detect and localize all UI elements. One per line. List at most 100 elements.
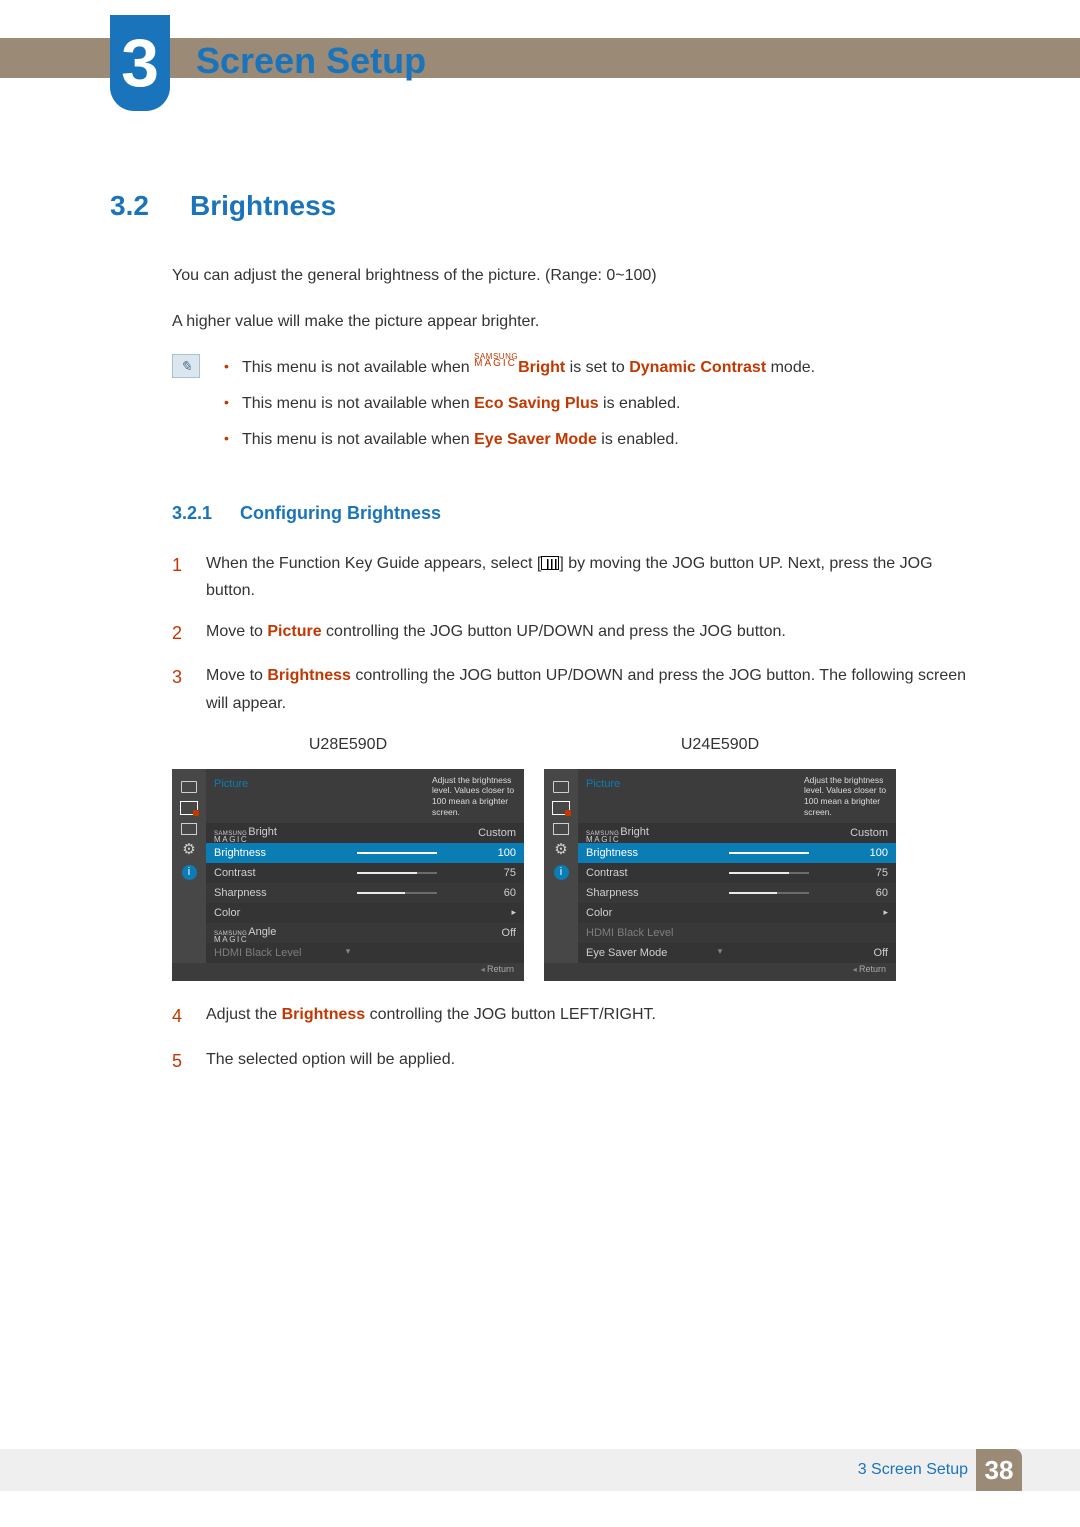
chapter-title: Screen Setup xyxy=(196,40,426,82)
step-list: 1 When the Function Key Guide appears, s… xyxy=(172,550,970,1077)
step-text: Move to xyxy=(206,623,267,640)
note-text: This menu is not available when xyxy=(242,431,474,448)
step-number: 5 xyxy=(172,1046,188,1077)
section-title: Brightness xyxy=(190,190,336,222)
osd-item: HDMI Black Level xyxy=(206,943,524,963)
subsection-heading: 3.2.1 Configuring Brightness xyxy=(172,498,970,530)
chapter-number-badge: 3 xyxy=(110,15,170,111)
step: 1 When the Function Key Guide appears, s… xyxy=(172,550,970,604)
osd-menu-title: Picture xyxy=(206,769,426,824)
osd-slider xyxy=(357,852,437,854)
osd-item-value: Off xyxy=(470,924,516,943)
page-number: 38 xyxy=(976,1449,1022,1491)
note-block: ✎ This menu is not available when SAMSUN… xyxy=(172,354,970,462)
osd-item-label: Color xyxy=(586,904,696,923)
osd-item: Sharpness 60 xyxy=(578,883,896,903)
osd-item: HDMI Black Level xyxy=(578,923,896,943)
osd-item: Eye Saver Mode Off xyxy=(578,943,896,963)
chevron-right-icon: ▸ xyxy=(842,905,888,921)
step-number: 1 xyxy=(172,550,188,604)
osd-item: Sharpness60 xyxy=(206,883,524,903)
scroll-down-indicator-icon: ▾ xyxy=(718,944,723,960)
note-text: This menu is not available when xyxy=(242,359,474,376)
osd-left: ⚙ i Picture Adjust the brightness level.… xyxy=(172,769,524,982)
osd-model-caption: U24E590D xyxy=(544,731,896,759)
page-content: 3.2 Brightness You can adjust the genera… xyxy=(110,190,970,1091)
step-text: Move to xyxy=(206,667,267,684)
intro-paragraph-1: You can adjust the general brightness of… xyxy=(172,262,970,290)
osd-item-label: Sharpness xyxy=(214,884,324,903)
osd-item-label: Brightness xyxy=(586,844,696,863)
osd-help-text: Adjust the brightness level. Values clos… xyxy=(798,769,896,824)
osd-item-value: 60 xyxy=(842,884,888,903)
osd-item-label: Eye Saver Mode xyxy=(586,944,696,963)
footer-chapter-label: 3 Screen Setup xyxy=(858,1449,968,1491)
osd-item-label: HDMI Black Level xyxy=(214,944,324,963)
osd-item-label: SAMSUNGMAGICAngle xyxy=(214,923,324,944)
note-text: mode. xyxy=(766,359,815,376)
return-label: Return xyxy=(853,962,886,978)
osd-sidebar: ⚙ i xyxy=(544,769,578,964)
info-icon: i xyxy=(554,865,569,880)
chevron-right-icon: ▸ xyxy=(470,905,516,921)
step: 5 The selected option will be applied. xyxy=(172,1046,970,1077)
osd-sidebar: ⚙ i xyxy=(172,769,206,964)
osd-right-column: U24E590D ⚙ i xyxy=(544,731,896,982)
osd-screenshot-row: U28E590D ⚙ i xyxy=(172,731,970,982)
osd-item-list: SAMSUNGMAGICBrightCustomBrightness100Con… xyxy=(578,823,896,963)
display-tab-icon xyxy=(552,801,570,815)
step-number: 4 xyxy=(172,1001,188,1032)
note-em: Eco Saving Plus xyxy=(474,395,598,412)
section-number: 3.2 xyxy=(110,190,162,222)
osd-item-value: Off xyxy=(842,944,888,963)
note-item: This menu is not available when Eye Save… xyxy=(224,426,815,454)
note-item: This menu is not available when Eco Savi… xyxy=(224,390,815,418)
note-text: This menu is not available when xyxy=(242,395,474,412)
note-em: Eye Saver Mode xyxy=(474,431,597,448)
step-text: controlling the JOG button UP/DOWN and p… xyxy=(322,623,786,640)
osd-slider xyxy=(729,852,809,854)
step-number: 2 xyxy=(172,618,188,649)
step-text: Adjust the xyxy=(206,1006,282,1023)
step: 3 Move to Brightness controlling the JOG… xyxy=(172,662,970,716)
info-icon: i xyxy=(182,865,197,880)
osd-item-label: SAMSUNGMAGICBright xyxy=(586,823,696,844)
note-item: This menu is not available when SAMSUNGM… xyxy=(224,354,815,382)
osd-slider xyxy=(357,892,437,894)
osd-item-value: 75 xyxy=(842,864,888,883)
osd-item-value: Custom xyxy=(470,824,516,843)
osd-item-label: SAMSUNGMAGICBright xyxy=(214,823,324,844)
step-number: 3 xyxy=(172,662,188,716)
pip-tab-icon xyxy=(553,823,569,835)
osd-item: Color ▸ xyxy=(578,903,896,923)
step-em: Brightness xyxy=(282,1006,366,1023)
note-text: is enabled. xyxy=(599,395,681,412)
note-em: Dynamic Contrast xyxy=(629,359,766,376)
osd-item: SAMSUNGMAGICBright Custom xyxy=(206,823,524,843)
osd-item-list: SAMSUNGMAGICBright Custom Brightness 100Con… xyxy=(206,823,524,963)
osd-right: ⚙ i Picture Adjust the brightness level.… xyxy=(544,769,896,982)
scroll-down-indicator-icon: ▾ xyxy=(346,944,351,960)
osd-item-label: Brightness xyxy=(214,844,324,863)
osd-item: Brightness100 xyxy=(578,843,896,863)
osd-left-column: U28E590D ⚙ i xyxy=(172,731,524,982)
step: 4 Adjust the Brightness controlling the … xyxy=(172,1001,970,1032)
osd-item-label: Sharpness xyxy=(586,884,696,903)
osd-item: SAMSUNGMAGICAngle Off xyxy=(206,923,524,943)
picture-tab-icon xyxy=(553,781,569,793)
osd-item: SAMSUNGMAGICBrightCustom xyxy=(578,823,896,843)
step-text: When the Function Key Guide appears, sel… xyxy=(206,555,537,572)
osd-item-label: Color xyxy=(214,904,324,923)
note-text: is set to xyxy=(565,359,629,376)
osd-item-label: Contrast xyxy=(586,864,696,883)
osd-model-caption: U28E590D xyxy=(172,731,524,759)
osd-item-value: 100 xyxy=(470,844,516,863)
gear-icon: ⚙ xyxy=(180,843,198,857)
step: 2 Move to Picture controlling the JOG bu… xyxy=(172,618,970,649)
menu-icon xyxy=(541,556,559,570)
subsection-number: 3.2.1 xyxy=(172,498,220,530)
osd-item: Contrast75 xyxy=(206,863,524,883)
display-tab-icon xyxy=(180,801,198,815)
pip-tab-icon xyxy=(181,823,197,835)
osd-item-value: 75 xyxy=(470,864,516,883)
